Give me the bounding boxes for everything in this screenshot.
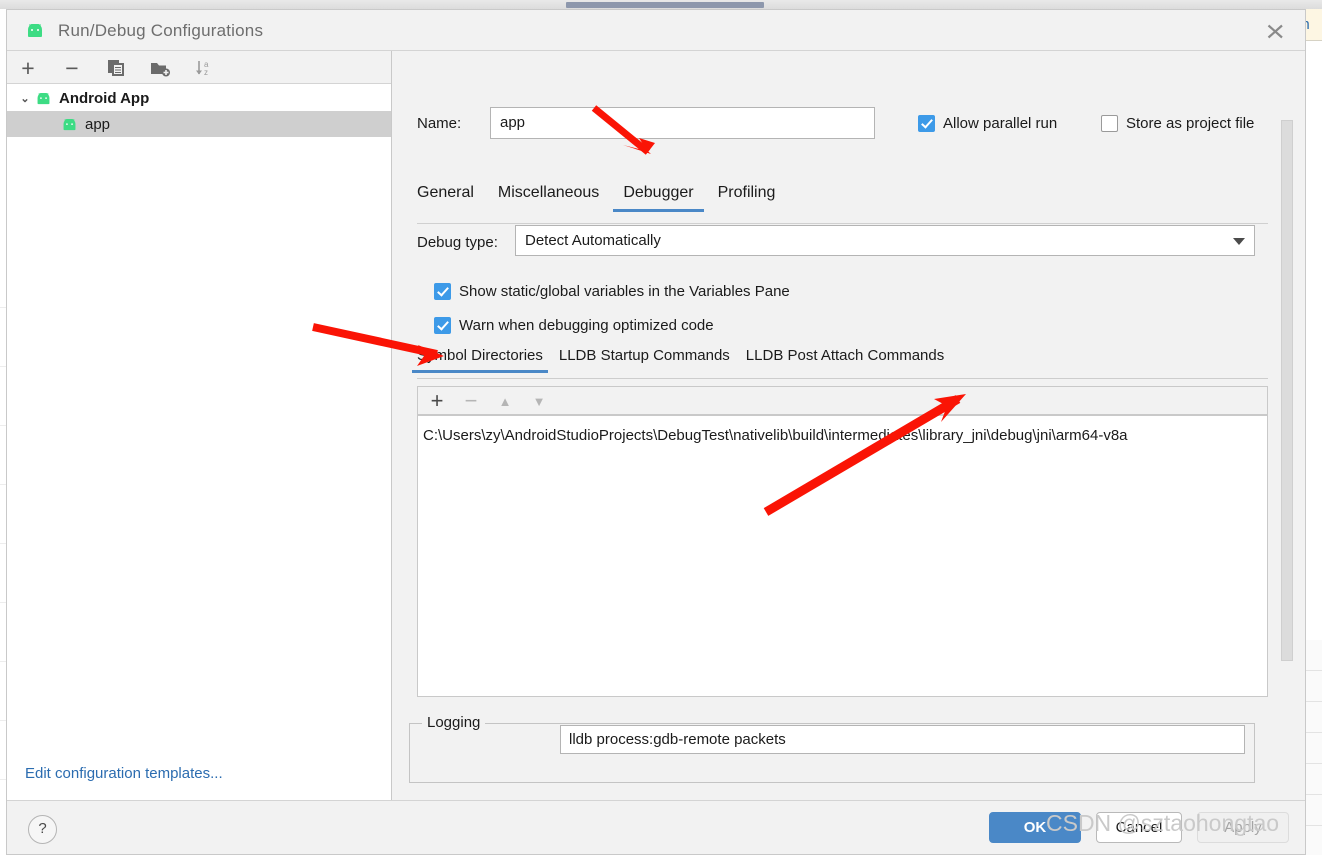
checkbox-checked-icon [434,283,451,300]
android-icon [61,118,78,131]
minus-icon: − [65,54,79,81]
sort-az-icon: a z [196,60,209,77]
checkbox-checked-icon [918,115,935,132]
warn-optimized-code-checkbox[interactable]: Warn when debugging optimized code [434,317,714,334]
configurations-toolbar: + − a z [7,51,391,84]
list-item[interactable]: C:\Users\zy\AndroidStudioProjects\DebugT… [420,426,1267,446]
add-configuration-button[interactable]: + [15,54,41,81]
close-icon[interactable] [1259,19,1293,43]
checkbox-checked-icon [434,317,451,334]
watermark: CSDN @sztaohongtao [1046,810,1280,836]
tree-item-app[interactable]: app [7,111,391,137]
arrow-up-icon: ▲ [498,393,512,409]
store-as-project-file-checkbox[interactable]: Store as project file [1101,115,1254,132]
copy-icon [108,60,124,76]
minus-icon: − [464,388,478,413]
show-static-global-variables-label: Show static/global variables in the Vari… [459,283,790,300]
target-channels-input[interactable]: lldb process:gdb-remote packets [560,725,1245,754]
symbol-directories-list[interactable]: C:\Users\zy\AndroidStudioProjects\DebugT… [417,415,1268,697]
tab-miscellaneous[interactable]: Miscellaneous [498,184,599,212]
copy-configuration-button[interactable] [103,56,129,80]
tab-lldb-post-attach-commands[interactable]: LLDB Post Attach Commands [746,347,944,373]
name-input[interactable]: app [490,107,875,139]
chevron-down-icon[interactable]: ⌄ [17,92,33,105]
debug-type-select[interactable]: Detect Automatically [515,225,1255,256]
move-down-button[interactable]: ▼ [526,389,552,413]
add-directory-button[interactable]: + [424,388,450,413]
remove-directory-button[interactable]: − [458,388,484,413]
configurations-pane: + − a z ⌄ Android App app Edit configura… [7,51,392,800]
allow-parallel-run-label: Allow parallel run [943,115,1058,132]
tab-symbol-directories[interactable]: Symbol Directories [412,347,548,373]
tree-item-label: app [85,115,111,133]
new-folder-icon [151,62,170,76]
tab-debugger[interactable]: Debugger [613,184,704,212]
new-folder-button[interactable] [147,56,173,80]
logging-group-label: Logging [422,714,486,731]
remove-configuration-button[interactable]: − [59,54,85,81]
sort-configurations-button[interactable]: a z [191,56,217,80]
screen: en Run/Debug Configurations [0,0,1322,855]
run-debug-configurations-dialog: Run/Debug Configurations + − a z ⌄ Andro… [6,9,1306,855]
show-static-global-variables-checkbox[interactable]: Show static/global variables in the Vari… [434,283,790,300]
arrow-down-icon: ▼ [532,393,546,409]
chevron-down-icon [1233,238,1245,245]
tree-group-label: Android App [59,89,150,107]
tab-general[interactable]: General [417,184,474,212]
android-icon [35,92,52,105]
debug-type-value: Detect Automatically [525,232,661,249]
edit-configuration-templates-link[interactable]: Edit configuration templates... [25,765,223,782]
configuration-tabs: General Miscellaneous Debugger Profiling [417,184,799,224]
tree-group-android-app[interactable]: ⌄ Android App [7,85,391,111]
editor-vertical-scrollbar[interactable] [1281,120,1293,661]
background-horizontal-scrollbar[interactable] [566,2,764,8]
plus-icon: + [430,388,444,413]
debug-type-label: Debug type: [417,234,498,251]
svg-text:z: z [204,68,208,77]
tab-profiling[interactable]: Profiling [718,184,776,212]
allow-parallel-run-checkbox[interactable]: Allow parallel run [918,115,1057,132]
android-icon [25,23,45,38]
checkbox-unchecked-icon [1101,115,1118,132]
help-button[interactable]: ? [28,815,57,844]
debugger-sub-tabs: Symbol Directories LLDB Startup Commands… [412,347,960,373]
configuration-editor-pane: Name: app Allow parallel run Store as pr… [393,51,1305,800]
tab-lldb-startup-commands[interactable]: LLDB Startup Commands [559,347,730,373]
store-as-project-file-label: Store as project file [1126,115,1255,132]
warn-optimized-code-label: Warn when debugging optimized code [459,317,714,334]
tabs-divider [417,223,1268,224]
dialog-title: Run/Debug Configurations [58,21,264,40]
plus-icon: + [21,54,35,81]
symbol-directories-toolbar: + − ▲ ▼ [417,386,1268,415]
name-label: Name: [417,115,462,132]
dialog-title-bar: Run/Debug Configurations [7,10,1305,51]
move-up-button[interactable]: ▲ [492,389,518,413]
sub-tabs-divider [417,378,1268,379]
configurations-tree: ⌄ Android App app [7,85,391,800]
